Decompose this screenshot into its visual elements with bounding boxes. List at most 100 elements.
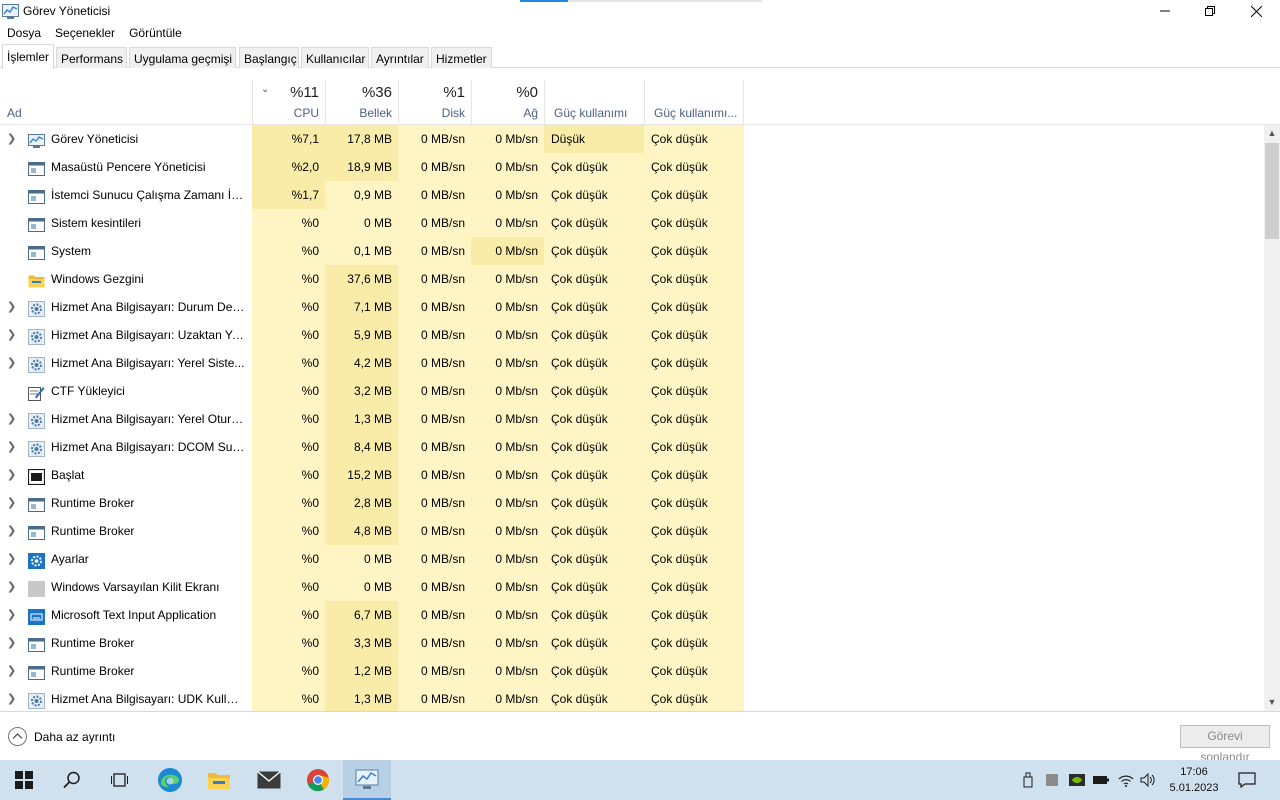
start-button[interactable] (0, 760, 48, 800)
process-name-cell[interactable]: Windows Gezgini (0, 265, 252, 293)
table-row[interactable]: Sistem kesintileri %0 0 MB 0 MB/sn 0 Mb/sn Ço… (0, 209, 1264, 237)
menu-view[interactable]: Görüntüle (122, 22, 189, 43)
battery-tray-button[interactable] (1092, 760, 1110, 800)
process-name-cell[interactable]: System (0, 237, 252, 265)
table-row[interactable]: ❯ Hizmet Ana Bilgisayarı: UDK Kullan... %0… (0, 685, 1264, 711)
table-row[interactable]: ❯ Hizmet Ana Bilgisayarı: Uzaktan Yo... %0… (0, 321, 1264, 349)
table-row[interactable]: ❯ Runtime Broker %0 1,2 MB 0 MB/sn 0 Mb/sn Çok… (0, 657, 1264, 685)
column-cpu[interactable]: ⌄ %11 CPU (252, 80, 325, 125)
expand-chevron-icon[interactable]: ❯ (7, 517, 17, 545)
process-name-cell[interactable]: Sistem kesintileri (0, 209, 252, 237)
table-row[interactable]: ❯ Başlat %0 15,2 MB 0 MB/sn 0 Mb/sn Çok düşük Ç… (0, 461, 1264, 489)
table-row[interactable]: ❯ Hizmet Ana Bilgisayarı: DCOM Sun... %0 8,… (0, 433, 1264, 461)
table-row[interactable]: ❯ Ayarlar %0 0 MB 0 MB/sn 0 Mb/sn Çok düşük Çok… (0, 545, 1264, 573)
usb-tray-button[interactable] (1020, 760, 1036, 800)
process-name-cell[interactable]: ❯ Ayarlar (0, 545, 252, 573)
end-task-button[interactable]: Görevi sonlandır (1180, 725, 1270, 764)
table-row[interactable]: CTF Yükleyici %0 3,2 MB 0 MB/sn 0 Mb/sn Çok d… (0, 377, 1264, 405)
table-row[interactable]: ❯ Runtime Broker %0 4,8 MB 0 MB/sn 0 Mb/sn Çok… (0, 517, 1264, 545)
task-manager-taskbar-button[interactable] (343, 760, 391, 800)
process-name-cell[interactable]: Masaüstü Pencere Yöneticisi (0, 153, 252, 181)
wifi-tray-button[interactable] (1116, 760, 1136, 800)
table-row[interactable]: ❯ Hizmet Ana Bilgisayarı: Yerel Siste...%… (0, 349, 1264, 377)
menu-options[interactable]: Seçenekler (48, 22, 122, 43)
scroll-down-icon[interactable]: ▼ (1264, 694, 1280, 711)
mail-button[interactable] (245, 760, 293, 800)
expand-chevron-icon[interactable]: ❯ (7, 545, 17, 573)
expand-chevron-icon[interactable]: ❯ (7, 629, 17, 657)
tab-services[interactable]: Hizmetler (431, 47, 492, 68)
process-name-cell[interactable]: ❯ Görev Yöneticisi (0, 125, 252, 153)
expand-chevron-icon[interactable]: ❯ (7, 349, 17, 377)
edge-button[interactable] (146, 760, 194, 800)
scroll-up-icon[interactable]: ▲ (1264, 125, 1280, 142)
table-row[interactable]: İstemci Sunucu Çalışma Zamanı İşl... %1,7… (0, 181, 1264, 209)
column-disk[interactable]: %1 Disk (398, 80, 471, 125)
table-row[interactable]: ❯ Microsoft Text Input Application %0 6,7 M… (0, 601, 1264, 629)
process-name-cell[interactable]: CTF Yükleyici (0, 377, 252, 405)
tab-app-history[interactable]: Uygulama geçmişi (129, 47, 236, 68)
table-row[interactable]: Masaüstü Pencere Yöneticisi %2,0 18,9 MB 0 … (0, 153, 1264, 181)
expand-chevron-icon[interactable]: ❯ (7, 657, 17, 685)
chrome-button[interactable] (294, 760, 342, 800)
column-power[interactable]: Güç kullanımı (544, 80, 644, 125)
nvidia-tray-button[interactable] (1066, 760, 1088, 800)
process-name-cell[interactable]: ❯ Hizmet Ana Bilgisayarı: DCOM Sun... (0, 433, 252, 461)
process-name-cell[interactable]: ❯ Runtime Broker (0, 657, 252, 685)
expand-chevron-icon[interactable]: ❯ (7, 573, 17, 601)
scroll-thumb[interactable] (1265, 143, 1279, 239)
expand-chevron-icon[interactable]: ❯ (7, 125, 17, 153)
file-explorer-button[interactable] (195, 760, 243, 800)
taskbar-clock[interactable]: 17:06 5.01.2023 (1164, 764, 1224, 796)
tab-performance[interactable]: Performans (56, 47, 127, 68)
task-view-button[interactable] (96, 760, 144, 800)
vertical-scrollbar[interactable]: ▲ ▼ (1264, 125, 1280, 711)
table-row[interactable]: ❯ Görev Yöneticisi %7,1 17,8 MB 0 MB/sn 0 Mb/… (0, 125, 1264, 153)
process-name-cell[interactable]: ❯ Hizmet Ana Bilgisayarı: UDK Kullan... (0, 685, 252, 711)
menu-file[interactable]: Dosya (0, 22, 48, 43)
process-name-cell[interactable]: ❯ Hizmet Ana Bilgisayarı: Uzaktan Yo... (0, 321, 252, 349)
table-row[interactable]: ❯ Runtime Broker %0 3,3 MB 0 MB/sn 0 Mb/sn Çok… (0, 629, 1264, 657)
process-name-cell[interactable]: ❯ Hizmet Ana Bilgisayarı: Yerel Oturu... (0, 405, 252, 433)
close-button[interactable] (1233, 0, 1279, 22)
process-name-cell[interactable]: ❯ Başlat (0, 461, 252, 489)
table-row[interactable]: ❯ Runtime Broker %0 2,8 MB 0 MB/sn 0 Mb/sn Çok… (0, 489, 1264, 517)
minimize-button[interactable] (1142, 0, 1188, 22)
process-name-cell[interactable]: ❯ Runtime Broker (0, 489, 252, 517)
fewer-details-link[interactable]: Daha az ayrıntı (34, 730, 115, 744)
notification-button[interactable] (1234, 760, 1260, 800)
restore-button[interactable] (1187, 0, 1233, 22)
table-row[interactable]: ❯ Hizmet Ana Bilgisayarı: Yerel Oturu...%… (0, 405, 1264, 433)
expand-chevron-icon[interactable]: ❯ (7, 601, 17, 629)
expand-chevron-icon[interactable]: ❯ (7, 433, 17, 461)
process-name-cell[interactable]: ❯ Hizmet Ana Bilgisayarı: Durum Dep... (0, 293, 252, 321)
column-memory[interactable]: %36 Bellek (325, 80, 398, 125)
process-name-cell[interactable]: ❯ Hizmet Ana Bilgisayarı: Yerel Siste... (0, 349, 252, 377)
process-name-cell[interactable]: ❯ Runtime Broker (0, 629, 252, 657)
process-name-cell[interactable]: ❯ Windows Varsayılan Kilit Ekranı (0, 573, 252, 601)
collapse-chevron-icon[interactable] (8, 727, 27, 746)
expand-chevron-icon[interactable]: ❯ (7, 293, 17, 321)
process-name-cell[interactable]: İstemci Sunucu Çalışma Zamanı İşl... (0, 181, 252, 209)
tab-startup[interactable]: Başlangıç (239, 47, 299, 68)
table-row[interactable]: System %0 0,1 MB 0 MB/sn 0 Mb/sn Çok düşük Çok… (0, 237, 1264, 265)
tab-details[interactable]: Ayrıntılar (371, 47, 429, 68)
process-name-cell[interactable]: ❯ Microsoft Text Input Application (0, 601, 252, 629)
column-network[interactable]: %0 Ağ (471, 80, 544, 125)
column-power-trend[interactable]: Güç kullanımı... (644, 80, 744, 125)
column-name[interactable]: Ad (7, 106, 22, 120)
process-name-cell[interactable]: ❯ Runtime Broker (0, 517, 252, 545)
table-row[interactable]: ❯ Windows Varsayılan Kilit Ekranı %0 0 MB 0 … (0, 573, 1264, 601)
expand-chevron-icon[interactable]: ❯ (7, 685, 17, 711)
tab-processes[interactable]: İşlemler (2, 44, 54, 69)
expand-chevron-icon[interactable]: ❯ (7, 461, 17, 489)
expand-chevron-icon[interactable]: ❯ (7, 405, 17, 433)
tab-users[interactable]: Kullanıcılar (301, 47, 369, 68)
search-button[interactable] (48, 760, 96, 800)
expand-chevron-icon[interactable]: ❯ (7, 489, 17, 517)
volume-tray-button[interactable] (1138, 760, 1158, 800)
expand-chevron-icon[interactable]: ❯ (7, 321, 17, 349)
table-row[interactable]: ❯ Hizmet Ana Bilgisayarı: Durum Dep... %0 7… (0, 293, 1264, 321)
table-row[interactable]: Windows Gezgini %0 37,6 MB 0 MB/sn 0 Mb/sn Ço… (0, 265, 1264, 293)
tray-app-button[interactable] (1044, 760, 1060, 800)
